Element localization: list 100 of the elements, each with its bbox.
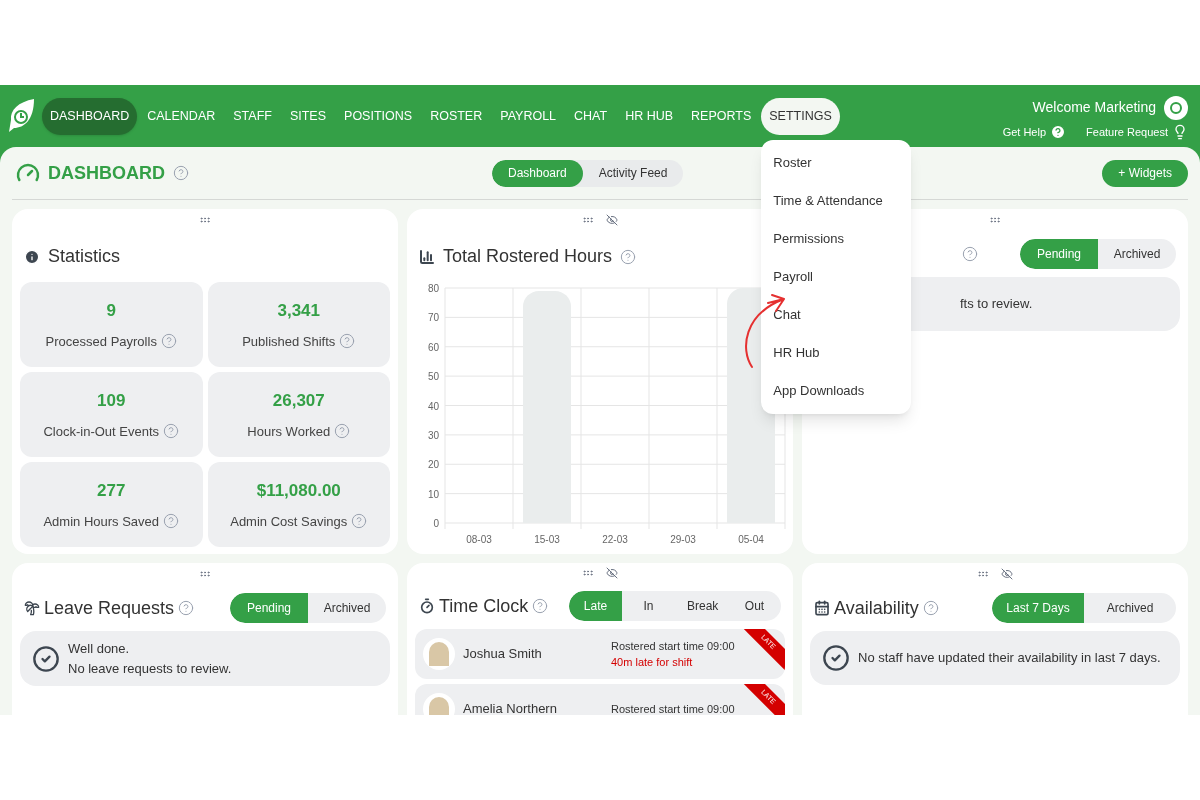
drag-handle-icon[interactable] <box>199 568 211 580</box>
drag-handle-icon[interactable] <box>977 568 989 580</box>
x-tick-label: 05-04 <box>738 534 765 545</box>
nav-tab[interactable]: ROSTER <box>422 97 491 135</box>
help-icon[interactable] <box>160 333 177 350</box>
header-link[interactable]: Get Help <box>1002 123 1067 141</box>
stat-label: Clock-in-Out Events <box>43 422 160 441</box>
help-icon[interactable] <box>620 248 637 265</box>
y-tick-label: 50 <box>427 371 440 383</box>
stat-value: $11,080.00 <box>256 480 341 502</box>
nav-tab[interactable]: POSITIONS <box>336 97 421 135</box>
menu-item[interactable]: Roster <box>761 143 912 182</box>
help-icon[interactable] <box>334 423 351 440</box>
tab[interactable]: Break <box>675 591 728 621</box>
message-text: No staff have updated their availability in last 7 days. <box>858 649 1161 668</box>
y-tick-label: 70 <box>427 312 440 324</box>
stopwatch-icon <box>419 598 435 614</box>
help-icon[interactable] <box>532 598 549 614</box>
tab[interactable]: Archived <box>1098 239 1176 269</box>
nav-tab[interactable]: CHAT <box>566 97 616 135</box>
help-icon[interactable] <box>339 333 356 350</box>
help-icon[interactable] <box>173 165 189 181</box>
y-tick-label: 20 <box>427 459 440 471</box>
drag-handle-icon[interactable] <box>199 214 211 226</box>
help-icon[interactable] <box>178 600 195 616</box>
header-link[interactable]: Feature Request <box>1086 123 1188 141</box>
nav-tab[interactable]: SITES <box>281 97 335 135</box>
card-title: Statistics <box>48 245 121 268</box>
menu-item[interactable]: Payroll <box>761 257 912 296</box>
stat-value: 109 <box>97 390 126 412</box>
tab[interactable]: Archived <box>1084 593 1176 623</box>
avatar-logo[interactable] <box>1164 95 1188 120</box>
stat-value: 277 <box>97 480 126 502</box>
nav-tab[interactable]: SETTINGS <box>761 97 840 135</box>
message-text: Well done. <box>68 640 131 658</box>
welcome-text: Welcome Marketing <box>1032 98 1156 118</box>
y-tick-label: 30 <box>427 429 440 441</box>
y-tick-label: 60 <box>427 341 440 353</box>
stat-label: Admin Hours Saved <box>43 512 160 531</box>
leaf-clock-logo[interactable] <box>8 98 36 134</box>
x-tick-label: 08-03 <box>466 534 493 545</box>
x-tick-label: 22-03 <box>602 534 629 545</box>
tab[interactable]: Pending <box>1020 239 1098 269</box>
message-text: No leave requests to review. <box>68 659 232 678</box>
roster-note: Rostered start time 09:00 <box>611 701 735 715</box>
menu-item[interactable]: Time & Attendance <box>761 181 912 220</box>
menu-item[interactable]: App Downloads <box>761 371 912 410</box>
help-icon[interactable] <box>163 513 180 530</box>
message-text: fts to review. <box>960 295 1033 314</box>
y-tick-label: 0 <box>433 518 440 529</box>
tab[interactable]: Archived <box>308 593 386 623</box>
x-tick-label: 29-03 <box>670 534 697 545</box>
nav-tab[interactable]: CALENDAR <box>139 97 224 135</box>
x-tick-label: 15-03 <box>534 534 561 545</box>
card-title: Leave Requests <box>44 596 175 620</box>
stat-value: 9 <box>106 300 116 322</box>
card-title: Time Clock <box>439 594 529 618</box>
hide-icon[interactable] <box>1001 568 1013 580</box>
drag-handle-icon[interactable] <box>582 214 594 226</box>
tab[interactable]: Pending <box>230 593 308 623</box>
nav-tab[interactable]: REPORTS <box>683 97 760 135</box>
tab[interactable]: Out <box>728 591 781 621</box>
stat-value: 3,341 <box>277 300 320 322</box>
check-icon <box>32 644 60 673</box>
hide-icon[interactable] <box>606 567 618 579</box>
y-tick-label: 10 <box>427 488 440 500</box>
menu-item[interactable]: HR Hub <box>761 333 912 372</box>
view-tab[interactable]: Activity Feed <box>582 159 684 187</box>
tab[interactable]: Late <box>569 591 622 621</box>
nav-tab[interactable]: DASHBOARD <box>42 97 138 135</box>
nav-tab[interactable]: STAFF <box>225 97 280 135</box>
stat-label: Admin Cost Savings <box>230 512 348 531</box>
help-icon <box>1050 124 1067 140</box>
roster-note: Rostered start time 09:00 <box>611 638 735 654</box>
help-icon[interactable] <box>351 513 368 530</box>
page-title: DASHBOARD <box>48 161 165 185</box>
add-widgets-button[interactable]: + Widgets <box>1102 159 1188 187</box>
view-tab[interactable]: Dashboard <box>492 159 583 187</box>
y-tick-label: 40 <box>427 400 440 412</box>
tab[interactable]: Last 7 Days <box>992 593 1084 623</box>
menu-item[interactable]: Chat <box>761 295 912 334</box>
palm-tree-icon <box>24 600 40 616</box>
lightbulb-icon <box>1172 124 1188 140</box>
nav-tab[interactable]: HR HUB <box>617 97 682 135</box>
tab[interactable]: In <box>622 591 675 621</box>
help-icon[interactable] <box>922 600 939 616</box>
y-tick-label: 80 <box>427 283 440 294</box>
info-icon <box>24 248 40 265</box>
menu-item[interactable]: Permissions <box>761 219 912 258</box>
help-icon[interactable] <box>962 246 978 262</box>
card-title: Total Rostered Hours <box>443 245 613 268</box>
stat-label: Hours Worked <box>247 422 331 441</box>
help-icon[interactable] <box>163 423 180 440</box>
avatar-placeholder <box>423 638 455 670</box>
nav-tab[interactable]: PAYROLL <box>492 97 565 135</box>
hide-icon[interactable] <box>606 214 618 226</box>
drag-handle-icon[interactable] <box>989 214 1001 226</box>
drag-handle-icon[interactable] <box>582 567 594 579</box>
staff-name: Amelia Northern <box>463 700 558 715</box>
late-note: 40m late for shift <box>611 655 694 670</box>
